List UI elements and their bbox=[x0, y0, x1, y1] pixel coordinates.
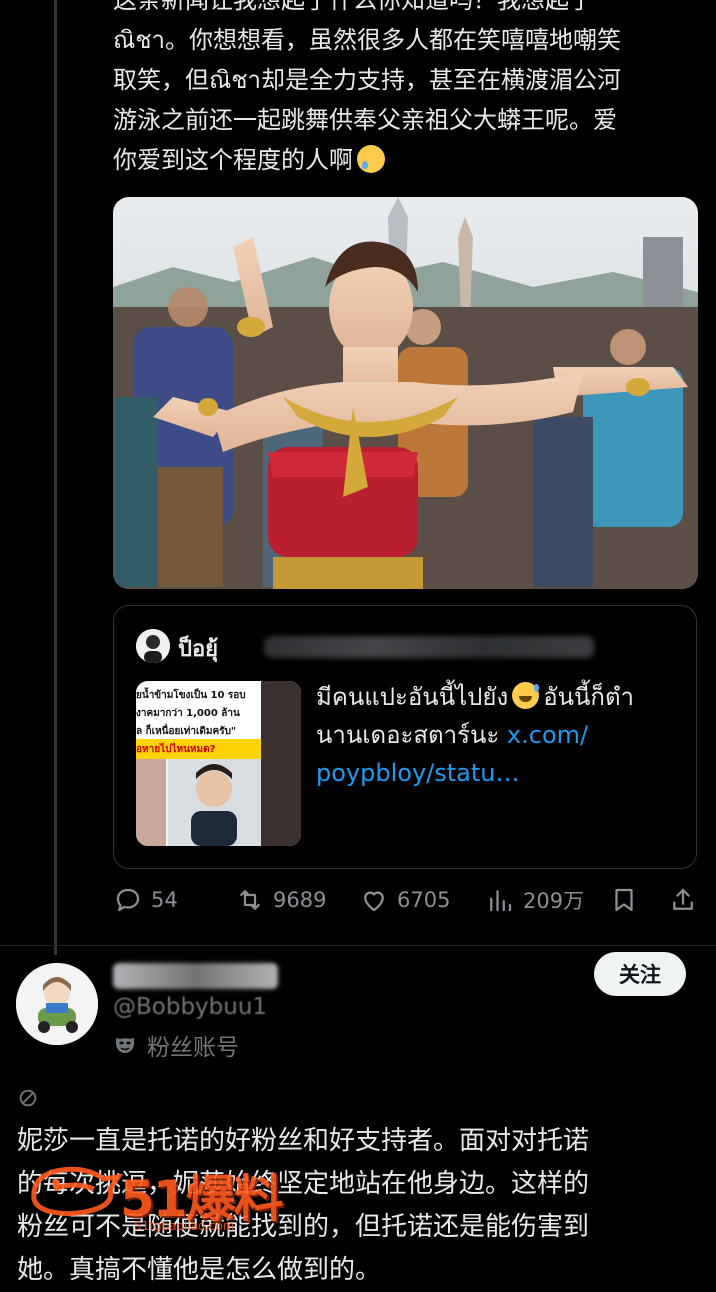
reply-text-line: 的每次挑逗，妮莎始终坚定地站在他身边。这样的 bbox=[17, 1169, 590, 1199]
reply-icon bbox=[116, 888, 140, 912]
tweet-text-line: 取笑，但ณิชา却是全力支持，甚至在横渡湄公河 bbox=[113, 66, 622, 94]
quoted-text-line: นานเดอะสตาร์นะ x.com/ bbox=[316, 716, 686, 754]
fan-account-text: 粉丝账号 bbox=[147, 1035, 239, 1061]
reply-author-handle[interactable]: @Bobbybuu1 bbox=[113, 994, 267, 1020]
thumb-text: อหายไปไหนหมด? bbox=[136, 744, 216, 755]
quoted-link[interactable]: poypbloy/statu… bbox=[316, 759, 519, 787]
quoted-tweet-text: มีคนแปะอันนี้ไปยัง อันนี้ก็ตำ นานเดอะสตาร… bbox=[316, 678, 686, 792]
reply-button[interactable]: 54 bbox=[113, 880, 178, 920]
reply-text: 妮莎一直是托诺的好粉丝和好支持者。面对对托诺 的每次挑逗，妮莎始终坚定地站在他身… bbox=[17, 1120, 707, 1292]
views-button[interactable]: 209万 bbox=[485, 880, 584, 920]
views-chart-icon bbox=[490, 890, 512, 912]
retweet-count: 9689 bbox=[273, 888, 327, 912]
thumb-text: ยน้ำข้ามโขงเป็น 10 รอบ bbox=[136, 690, 246, 701]
reply-text-line: 妮莎一直是托诺的好粉丝和好支持者。面对对托诺 bbox=[17, 1126, 590, 1156]
tweet-text-line: ณิชา。你想想看，虽然很多人都在笑嘻嘻地嘲笑 bbox=[113, 26, 622, 54]
reply-author-name-blurred[interactable] bbox=[113, 963, 278, 989]
views-count: 209万 bbox=[523, 889, 585, 913]
heart-icon bbox=[364, 891, 384, 912]
grinning-sweat-icon bbox=[512, 682, 540, 709]
quoted-text-part: นานเดอะสตาร์นะ bbox=[316, 721, 507, 749]
fan-account-label: 粉丝账号 bbox=[113, 1028, 239, 1062]
quoted-link[interactable]: x.com/ bbox=[507, 721, 588, 749]
like-count: 6705 bbox=[397, 888, 451, 912]
like-button[interactable]: 6705 bbox=[359, 880, 450, 920]
crying-face-icon bbox=[357, 145, 385, 173]
share-icon bbox=[673, 888, 693, 910]
bookmark-icon bbox=[615, 888, 633, 912]
avatar-image bbox=[136, 629, 170, 663]
tweet-text-line: 游泳之前还一起跳舞供奉父亲祖父大蟒王呢。爱 bbox=[113, 106, 617, 134]
tweet-text-line: 你爱到这个程度的人啊 bbox=[113, 140, 698, 180]
avatar-image bbox=[16, 963, 98, 1045]
share-button[interactable] bbox=[668, 880, 698, 920]
quoted-text-part: อันนี้ก็ตำ bbox=[543, 683, 635, 711]
tweet-text-line: 这条新闻让我想起了什么你知道吗？我想起了 bbox=[113, 0, 593, 14]
reply-count: 54 bbox=[151, 888, 178, 912]
quoted-text-part: มีคนแปะอันนี้ไปยัง bbox=[316, 683, 509, 711]
tweet-text-last: 你爱到这个程度的人啊 bbox=[113, 146, 353, 174]
tweet-action-bar: 54 9689 6705 209万 bbox=[113, 880, 698, 920]
retweet-icon bbox=[240, 890, 260, 910]
thread-line bbox=[54, 0, 57, 955]
no-symbol-icon bbox=[19, 1089, 37, 1107]
thumb-text: ล ก็เหนื่อยเท่าเดิมครับ" bbox=[136, 726, 237, 737]
quoted-tweet-thumbnail[interactable]: ยน้ำข้ามโขงเป็น 10 รอบ งาคมากว่า 1,000 ล… bbox=[136, 681, 301, 846]
mask-icon bbox=[116, 1038, 134, 1053]
dancer-photo-image bbox=[113, 197, 698, 589]
tweet-text: 这条新闻让我想起了什么你知道吗？我想起了 ณิชา。你想想看，虽然很多人都在笑嘻… bbox=[113, 0, 698, 180]
quoted-text-line: poypbloy/statu… bbox=[316, 754, 686, 792]
follow-button[interactable]: 关注 bbox=[594, 952, 686, 996]
quoted-author-name[interactable]: ป็อยุ้ bbox=[178, 631, 218, 666]
quoted-author-avatar[interactable] bbox=[136, 629, 170, 663]
bookmark-button[interactable] bbox=[609, 880, 639, 920]
thumb-text: งาคมากว่า 1,000 ล้าน bbox=[136, 708, 240, 719]
reply-text-line: 粉丝可不是随便就能找到的，但托诺还是能伤害到 bbox=[17, 1212, 590, 1242]
retweet-button[interactable]: 9689 bbox=[235, 880, 326, 920]
reply-author-avatar[interactable] bbox=[16, 963, 98, 1045]
reply-text-line: 她。真搞不懂他是怎么做到的。 bbox=[17, 1255, 382, 1285]
quoted-tweet-card[interactable]: ป็อยุ้ ยน้ำข้ามโขงเป็น 10 รอบ งาคมากว่า … bbox=[113, 605, 697, 869]
quoted-text-line: มีคนแปะอันนี้ไปยัง อันนี้ก็ตำ bbox=[316, 678, 686, 716]
quoted-author-meta-blurred bbox=[264, 636, 594, 658]
tweet-photo[interactable] bbox=[113, 197, 698, 589]
divider bbox=[0, 945, 716, 946]
